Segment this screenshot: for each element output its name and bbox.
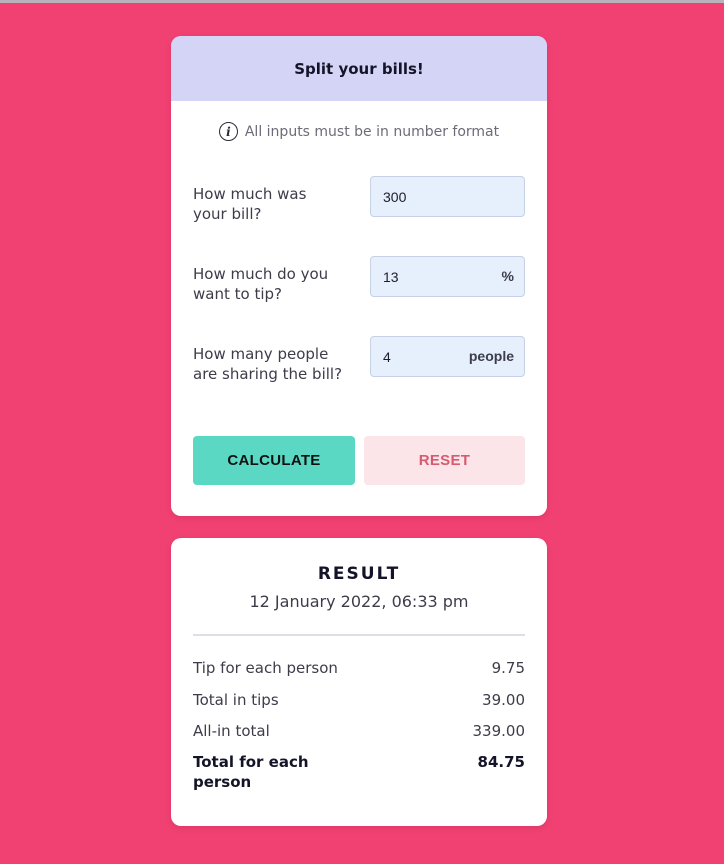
result-value: 339.00 — [472, 722, 526, 740]
result-timestamp: 12 January 2022, 06:33 pm — [249, 592, 469, 611]
tip-percent-field[interactable]: % — [370, 256, 525, 297]
result-value: 9.75 — [491, 659, 525, 677]
bill-amount-input[interactable] — [371, 177, 524, 216]
result-value: 39.00 — [482, 691, 525, 709]
calculator-title: Split your bills! — [294, 59, 424, 78]
calculate-button[interactable]: CALCULATE — [193, 436, 355, 485]
people-unit-label: people — [468, 348, 514, 364]
result-title: RESULT — [317, 564, 401, 584]
info-icon: i — [218, 122, 238, 141]
result-card: RESULT 12 January 2022, 06:33 pm Tip for… — [171, 538, 547, 826]
bill-amount-field[interactable] — [370, 176, 525, 217]
result-label: Total for each person — [193, 753, 309, 791]
tip-percent-label: How much do you want to tip? — [193, 265, 329, 303]
bill-amount-label: How much was your bill? — [193, 185, 307, 223]
percent-unit-label: % — [501, 268, 514, 284]
calculator-header: Split your bills! — [171, 36, 547, 101]
info-text: All inputs must be in number format — [244, 123, 500, 140]
result-label: Total in tips — [193, 691, 279, 709]
result-label: All-in total — [193, 722, 270, 740]
info-note: i All inputs must be in number format — [171, 122, 547, 141]
people-count-label: How many people are sharing the bill? — [193, 345, 343, 383]
result-label: Tip for each person — [193, 659, 338, 677]
reset-button[interactable]: RESET — [364, 436, 525, 485]
calculator-card: Split your bills! i All inputs must be i… — [171, 36, 547, 516]
result-divider — [193, 634, 525, 636]
people-count-field[interactable]: people — [370, 336, 525, 377]
result-value: 84.75 — [477, 753, 525, 771]
